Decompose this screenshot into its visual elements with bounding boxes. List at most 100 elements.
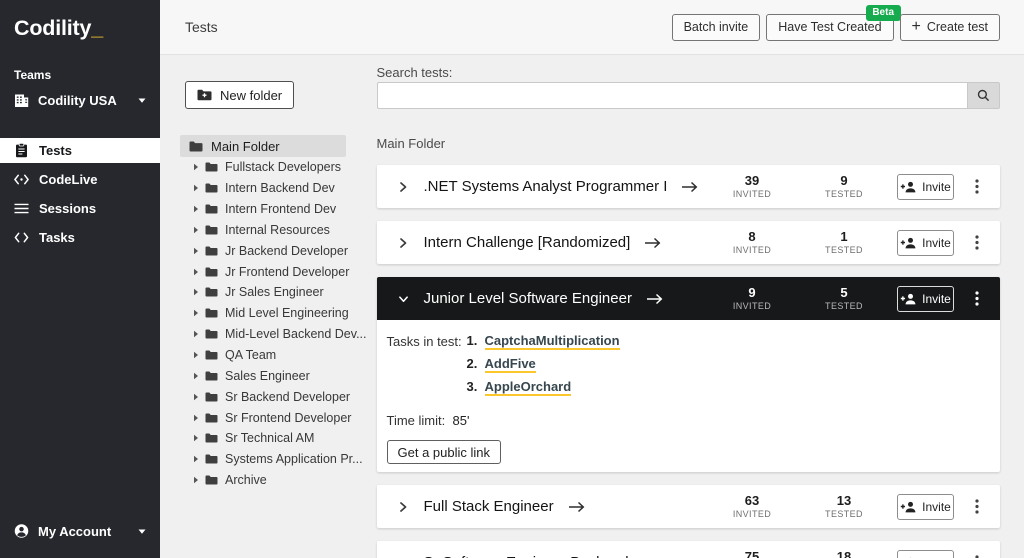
folder-name: Intern Frontend Dev	[225, 202, 336, 216]
caret-right-icon	[193, 330, 199, 338]
task-list: 1.CaptchaMultiplication2.AddFive3.AppleO…	[467, 333, 620, 402]
sidebar-item-sessions[interactable]: Sessions	[0, 196, 160, 221]
folder-tree-item[interactable]: Jr Sales Engineer	[185, 282, 367, 303]
more-options-button[interactable]	[968, 174, 986, 200]
folder-tree-item[interactable]: Archive	[185, 470, 367, 491]
folder-tree-item[interactable]: Mid-Level Backend Dev...	[185, 324, 367, 345]
arrow-right-icon[interactable]	[681, 181, 698, 193]
time-limit-row: Time limit:85'	[387, 413, 981, 428]
create-test-button[interactable]: +Create test	[900, 14, 1000, 41]
folder-tree-item[interactable]: Mid Level Engineering	[185, 303, 367, 324]
arrow-right-icon[interactable]	[568, 501, 585, 513]
task-number: 3.	[467, 379, 483, 394]
invite-button[interactable]: Invite	[897, 494, 954, 520]
invite-button[interactable]: Invite	[897, 286, 954, 312]
folder-tree-item[interactable]: Sr Technical AM	[185, 428, 367, 449]
caret-right-icon	[193, 455, 199, 463]
folder-open-icon	[189, 141, 203, 152]
tested-count: 5	[804, 286, 884, 299]
test-title[interactable]: .NET Systems Analyst Programmer I	[424, 178, 668, 195]
folder-tree-item[interactable]: Jr Frontend Developer	[185, 261, 367, 282]
test-title[interactable]: Sr Software Engineer Backend	[424, 554, 629, 558]
top-bar: Tests Batch invite Have Test Created Bet…	[160, 0, 1024, 55]
test-row[interactable]: Sr Software Engineer Backend75INVITED18T…	[377, 541, 1001, 558]
chevron-down-icon[interactable]	[398, 294, 409, 304]
search-input[interactable]	[377, 82, 968, 109]
tasks-row: Tasks in test:1.CaptchaMultiplication2.A…	[387, 333, 981, 402]
invite-label: Invite	[922, 292, 951, 306]
have-test-created-button[interactable]: Have Test Created Beta	[766, 14, 893, 41]
codelive-icon	[14, 174, 29, 185]
chevron-right-icon[interactable]	[398, 501, 409, 513]
invited-label: INVITED	[712, 302, 792, 311]
team-selector[interactable]: Codility USA	[14, 91, 146, 109]
caret-down-icon	[138, 98, 146, 103]
invited-label: INVITED	[712, 246, 792, 255]
folder-name: Sr Backend Developer	[225, 390, 350, 404]
more-options-button[interactable]	[968, 494, 986, 520]
caret-right-icon	[193, 372, 199, 380]
invited-count: 9	[712, 286, 792, 299]
folder-tree-item[interactable]: QA Team	[185, 345, 367, 366]
more-options-button[interactable]	[968, 230, 986, 256]
folder-tree-item[interactable]: Sr Backend Developer	[185, 386, 367, 407]
task-link[interactable]: AddFive	[485, 356, 536, 373]
folder-name: Fullstack Developers	[225, 160, 341, 174]
invite-label: Invite	[922, 180, 951, 194]
test-row[interactable]: Junior Level Software Engineer 9 INVITED 5 T…	[377, 277, 1001, 320]
sidebar-item-tests[interactable]: Tests	[0, 138, 160, 163]
folder-tree-item[interactable]: Sr Frontend Developer	[185, 407, 367, 428]
test-title[interactable]: Intern Challenge [Randomized]	[424, 234, 631, 251]
tested-label: TESTED	[804, 302, 884, 311]
folder-tree-item[interactable]: Intern Frontend Dev	[185, 199, 367, 220]
new-folder-label: New folder	[220, 88, 282, 103]
get-public-link-button[interactable]: Get a public link	[387, 440, 502, 464]
chevron-right-icon[interactable]	[398, 237, 409, 249]
my-account[interactable]: My Account	[0, 510, 160, 552]
folder-name: Jr Sales Engineer	[225, 285, 324, 299]
test-title[interactable]: Full Stack Engineer	[424, 498, 554, 515]
task-link[interactable]: CaptchaMultiplication	[485, 333, 620, 350]
caret-right-icon	[193, 205, 199, 213]
sidebar-item-tasks[interactable]: Tasks	[0, 225, 160, 250]
sidebar-item-codelive[interactable]: CodeLive	[0, 167, 160, 192]
invited-count: 63	[712, 494, 792, 507]
folder-icon	[205, 350, 218, 360]
invite-button[interactable]: Invite	[897, 174, 954, 200]
building-icon	[14, 94, 29, 107]
task-link[interactable]: AppleOrchard	[485, 379, 572, 396]
folder-tree-item[interactable]: Sales Engineer	[185, 365, 367, 386]
invite-button[interactable]: Invite	[897, 550, 954, 558]
task-item: 2.AddFive	[467, 356, 620, 379]
test-row[interactable]: .NET Systems Analyst Programmer I39INVIT…	[377, 165, 1001, 208]
test-row[interactable]: Intern Challenge [Randomized]8INVITED1TE…	[377, 221, 1001, 264]
caret-right-icon	[193, 351, 199, 359]
test-row[interactable]: Full Stack Engineer63INVITED13TESTEDInvi…	[377, 485, 1001, 528]
folder-icon	[205, 204, 218, 214]
more-options-button[interactable]	[968, 286, 986, 312]
tested-count: 13	[804, 494, 884, 507]
folder-tree-item[interactable]: Fullstack Developers	[185, 157, 367, 178]
folder-tree-item[interactable]: Systems Application Pr...	[185, 449, 367, 470]
sidebar-item-label: Tasks	[39, 230, 75, 245]
arrow-right-icon[interactable]	[644, 237, 661, 249]
chevron-right-icon[interactable]	[398, 181, 409, 193]
invited-count: 39	[712, 174, 792, 187]
caret-right-icon	[193, 163, 199, 171]
folder-item-main[interactable]: Main Folder	[180, 135, 346, 157]
test-title[interactable]: Junior Level Software Engineer	[424, 290, 632, 307]
folder-tree-item[interactable]: Jr Backend Developer	[185, 240, 367, 261]
search-button[interactable]	[967, 82, 1000, 109]
team-name: Codility USA	[38, 93, 117, 108]
folder-tree-item[interactable]: Internal Resources	[185, 220, 367, 241]
folder-tree-item[interactable]: Intern Backend Dev	[185, 178, 367, 199]
person-plus-icon	[900, 181, 917, 193]
invite-button[interactable]: Invite	[897, 230, 954, 256]
test-card: Full Stack Engineer63INVITED13TESTEDInvi…	[377, 485, 1001, 528]
tested-stat: 18TESTED	[804, 550, 884, 558]
codility-logo[interactable]: Codility_	[14, 15, 160, 41]
arrow-right-icon[interactable]	[646, 293, 663, 305]
more-options-button[interactable]	[968, 550, 986, 558]
batch-invite-button[interactable]: Batch invite	[672, 14, 761, 41]
new-folder-button[interactable]: New folder	[185, 81, 294, 109]
